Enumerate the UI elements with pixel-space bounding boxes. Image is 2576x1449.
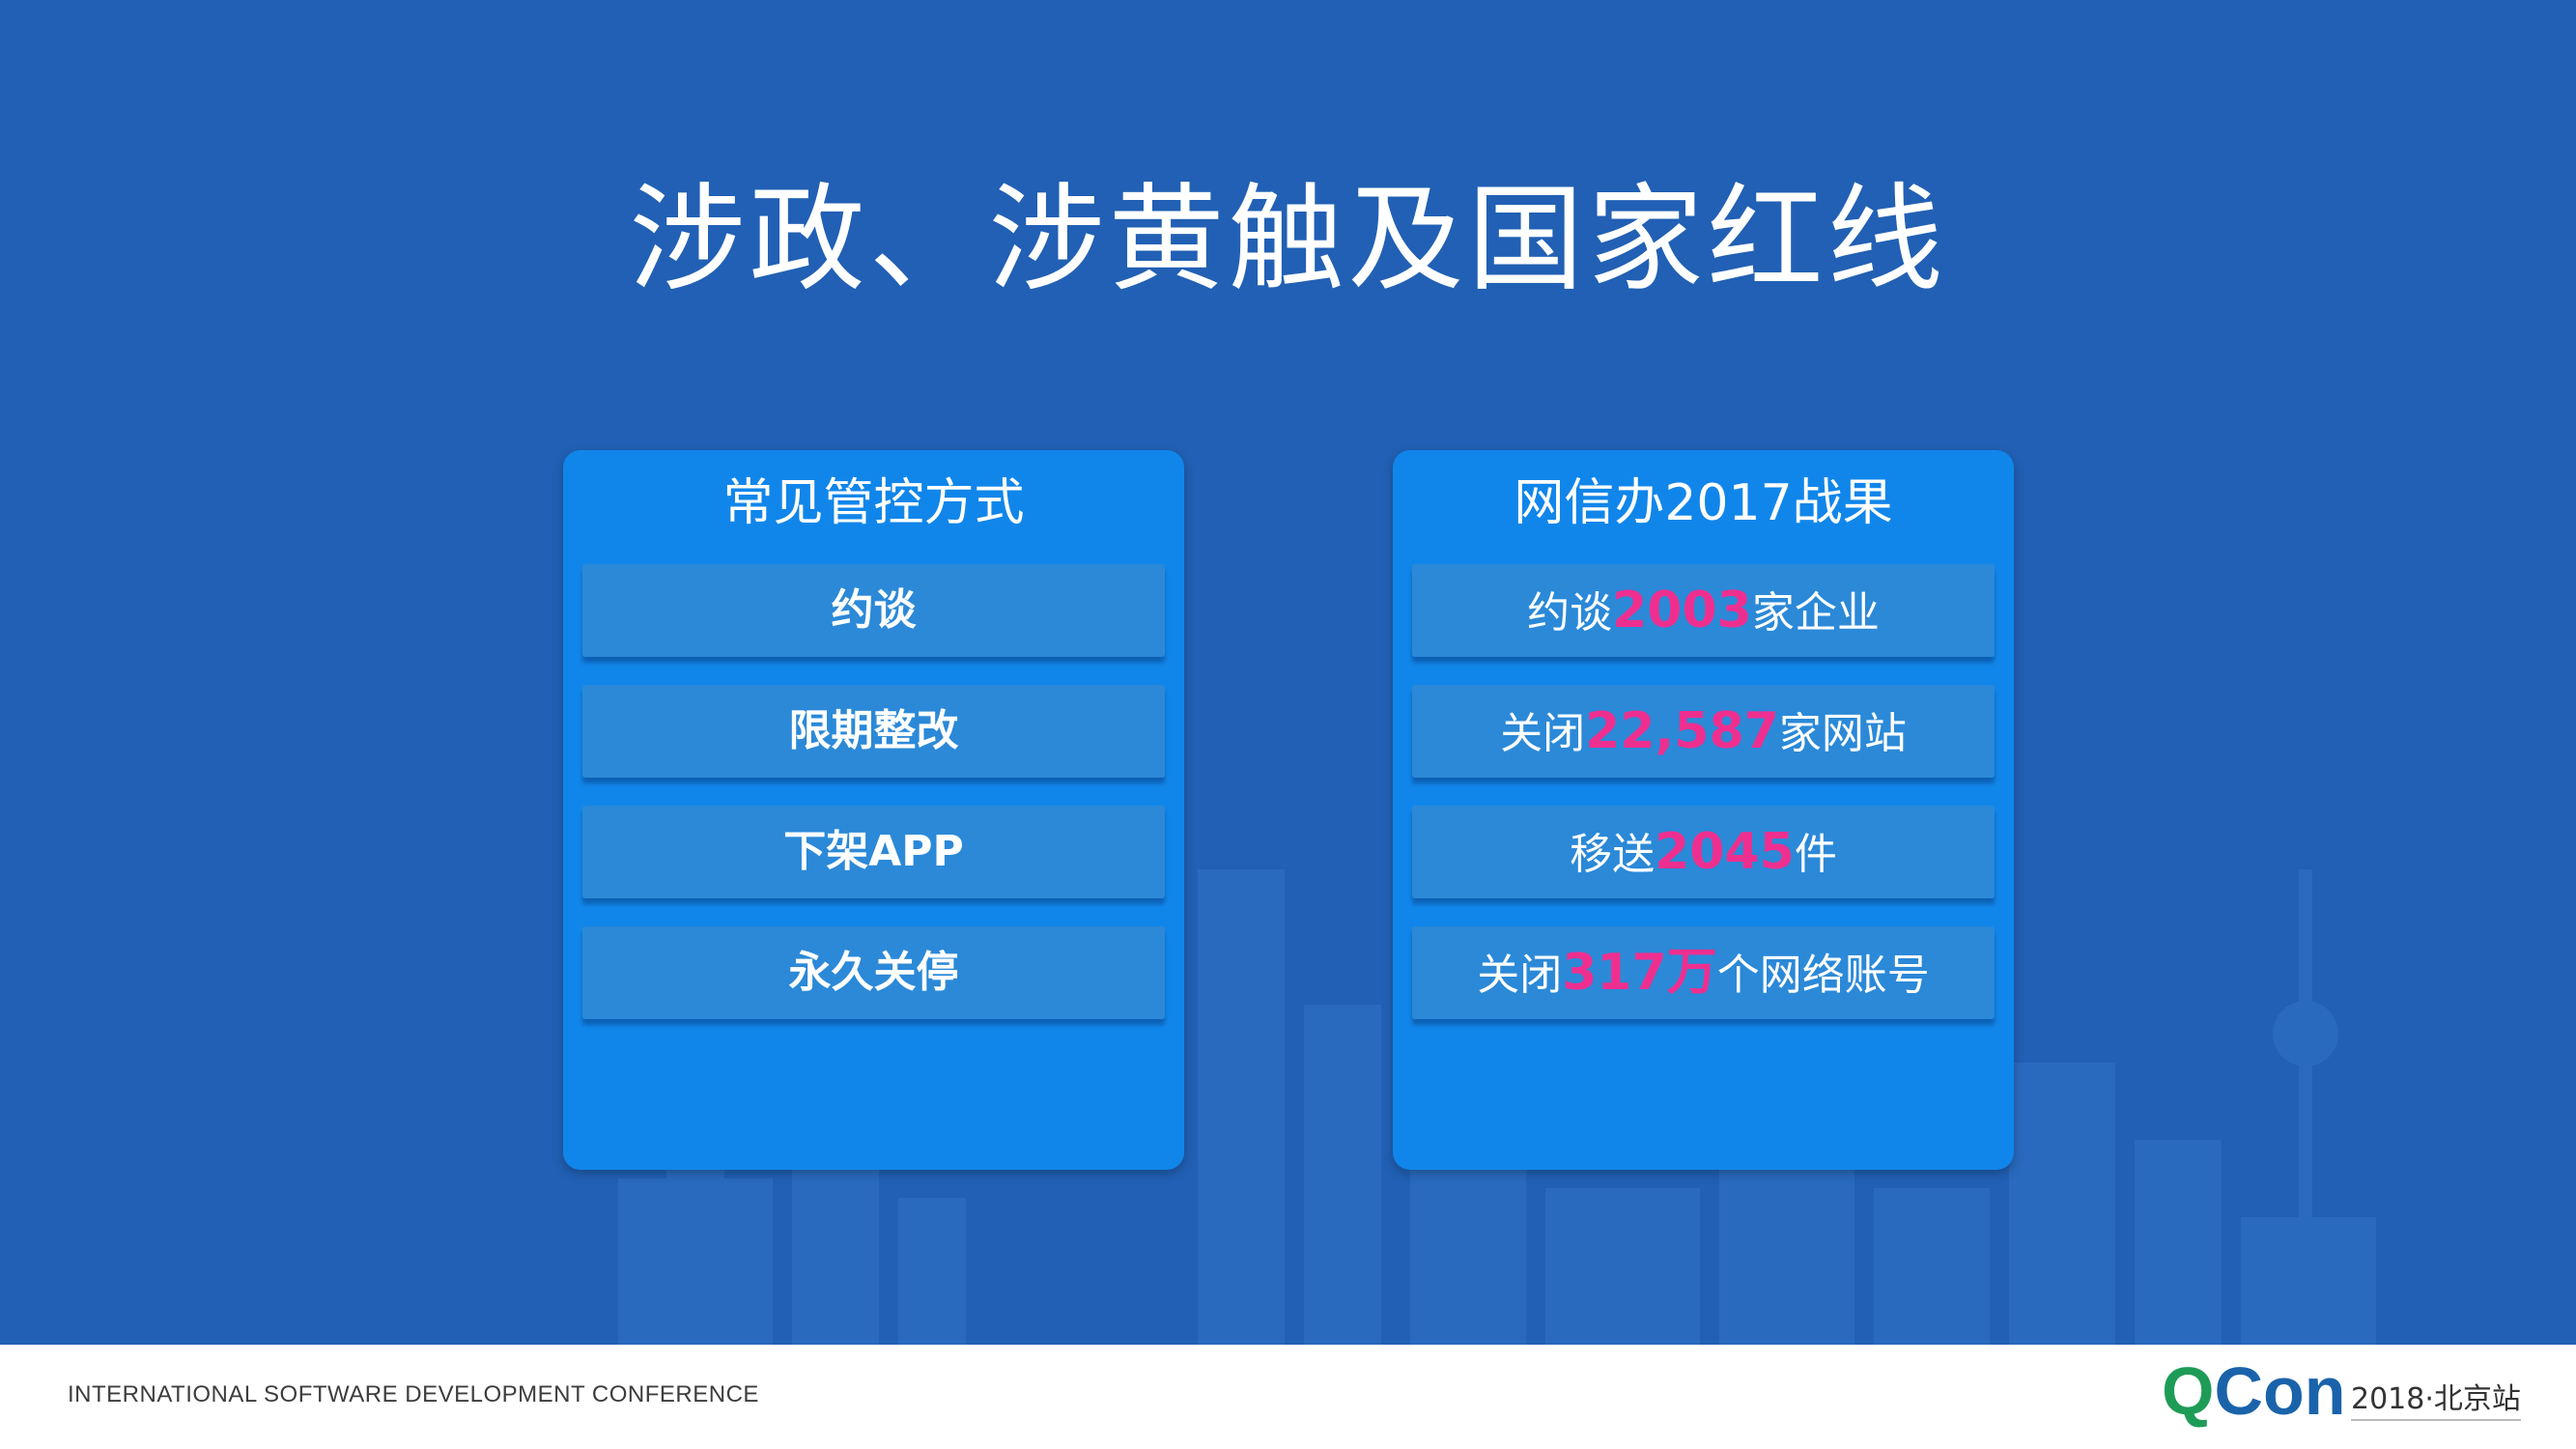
item-prefix: 移送 [1570, 830, 1656, 879]
highlight-number: 317万 [1562, 944, 1717, 1002]
qcon-logo: QCon 2018·北京站 [2162, 1357, 2548, 1425]
conference-name: INTERNATIONAL SOFTWARE DEVELOPMENT CONFE… [68, 1381, 759, 1407]
item-prefix: 约谈 [1527, 588, 1613, 638]
list-item: 下架APP [582, 806, 1165, 898]
item-suffix: 件 [1794, 830, 1837, 879]
logo-wordmark: QCon [2162, 1357, 2346, 1425]
list-item: 关闭22,587家网站 [1412, 685, 1995, 778]
control-methods-card: 常见管控方式 约谈 限期整改 下架APP 永久关停 [563, 450, 1184, 1170]
edition-label: 2018·北京站 [2351, 1375, 2521, 1421]
list-item: 永久关停 [582, 926, 1165, 1019]
list-item: 限期整改 [582, 685, 1165, 778]
logo-q: Q [2162, 1353, 2215, 1429]
highlight-number: 22,587 [1585, 702, 1779, 760]
logo-con: Con [2214, 1353, 2346, 1429]
item-prefix: 关闭 [1477, 951, 1563, 1000]
list-item: 约谈 [582, 564, 1165, 657]
page-title: 涉政、涉黄触及国家红线 [629, 173, 1947, 307]
highlight-number: 2045 [1655, 823, 1795, 881]
card-title: 网信办2017战果 [1514, 474, 1893, 532]
highlight-number: 2003 [1612, 582, 1752, 639]
list-item: 关闭317万个网络账号 [1412, 926, 1995, 1019]
card-title: 常见管控方式 [722, 474, 1025, 532]
item-suffix: 家企业 [1751, 588, 1880, 638]
list-item: 约谈2003家企业 [1412, 564, 1995, 657]
item-suffix: 家网站 [1778, 709, 1907, 758]
list-item: 移送2045件 [1412, 806, 1995, 898]
slide-area: 涉政、涉黄触及国家红线 常见管控方式 约谈 限期整改 下架APP 永久关停 网信… [0, 0, 2576, 1345]
item-suffix: 个网络账号 [1716, 951, 1930, 1000]
results-2017-card: 网信办2017战果 约谈2003家企业 关闭22,587家网站 移送2045件 … [1393, 450, 2014, 1170]
item-prefix: 关闭 [1500, 709, 1586, 758]
